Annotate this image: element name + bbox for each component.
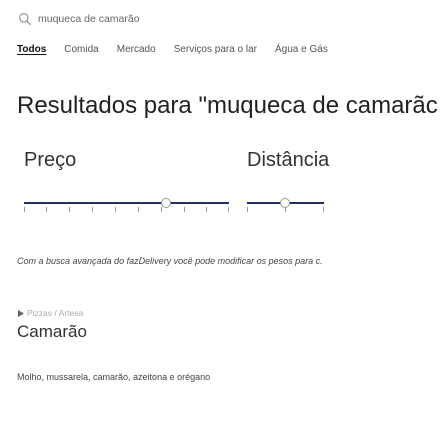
- distance-slider-ticks: [247, 207, 324, 213]
- search-bar[interactable]: [18, 8, 318, 30]
- product-breadcrumb: Pizzas / Artesa: [17, 308, 83, 318]
- breadcrumb-text: Pizzas / Artesa: [27, 308, 84, 318]
- price-filter-label: Preço: [24, 149, 77, 171]
- product-name[interactable]: Camarão: [17, 322, 87, 342]
- tag-icon: [17, 309, 25, 318]
- search-input[interactable]: [38, 13, 298, 25]
- product-description: Molho, mussarela, camarão, azeitona e or…: [17, 372, 211, 382]
- category-tabs: Todos Comida Mercado Serviços para o lar…: [17, 44, 346, 55]
- distance-filter-label: Distância: [247, 149, 330, 171]
- price-slider-fill: [24, 202, 229, 204]
- search-icon: [18, 12, 32, 26]
- advanced-search-notice: Com a busca avançada do fazDelivery você…: [17, 256, 323, 266]
- price-slider[interactable]: [24, 196, 229, 212]
- tab-servicos-para-o-lar[interactable]: Serviços para o lar: [174, 44, 257, 55]
- tab-comida[interactable]: Comida: [64, 44, 98, 55]
- distance-slider[interactable]: [247, 196, 324, 212]
- price-slider-ticks: [24, 207, 229, 213]
- tab-mercado[interactable]: Mercado: [117, 44, 156, 55]
- tab-todos[interactable]: Todos: [17, 44, 46, 55]
- tab-agua-e-gas[interactable]: Água e Gás: [275, 44, 328, 55]
- results-title: Resultados para "muqueca de camarãc: [17, 92, 438, 119]
